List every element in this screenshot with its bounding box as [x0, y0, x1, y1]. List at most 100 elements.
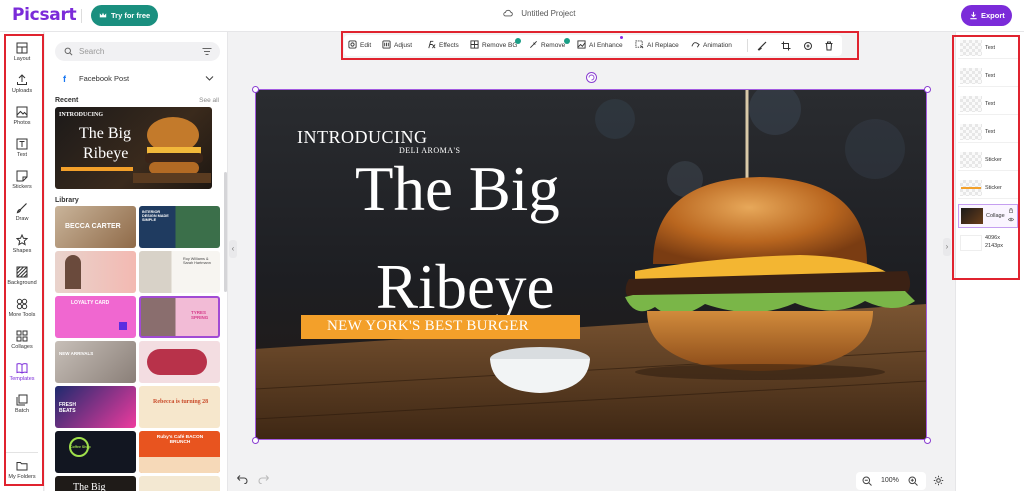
export-label: Export [981, 11, 1005, 20]
editor-app: Picsart Try for free Untitled Project Ex… [0, 0, 1024, 491]
card-chip [119, 322, 127, 330]
rail-item-my-folders[interactable]: My Folders [2, 460, 42, 480]
zoom-in-icon[interactable] [908, 476, 918, 486]
layer-label: Sticker [985, 185, 1002, 191]
rail-item-uploads[interactable]: Uploads [2, 74, 42, 94]
divider [81, 9, 82, 23]
export-button[interactable]: Export [961, 5, 1012, 26]
try-for-free-button[interactable]: Try for free [91, 5, 159, 26]
templates-panel: Search f Facebook Post Recent See all IN… [45, 32, 228, 491]
layer-item[interactable]: Sticker [958, 149, 1018, 171]
rail-label: Layout [13, 56, 31, 62]
resize-handle-tl[interactable] [252, 86, 259, 93]
rail-item-batch[interactable]: Batch [2, 394, 42, 414]
crown-icon [99, 12, 107, 18]
rail-item-templates[interactable]: Templates [2, 362, 42, 382]
panel-scrollbar[interactable] [224, 172, 227, 292]
layer-label: Text [985, 101, 996, 107]
rail-item-background[interactable]: Background [2, 266, 42, 286]
rail-label: Background [7, 280, 37, 286]
gear-icon[interactable] [933, 475, 944, 486]
template-text: Rebecca is turning 28 [153, 399, 209, 405]
upload-icon [17, 74, 27, 85]
zoom-out-icon[interactable] [862, 476, 872, 486]
layer-item[interactable]: Text [958, 65, 1018, 87]
template-card[interactable] [139, 341, 220, 383]
filter-icon[interactable] [202, 47, 212, 56]
rail-item-draw[interactable]: Draw [2, 202, 42, 222]
eye-icon[interactable] [1008, 217, 1014, 222]
collage-icon [16, 330, 28, 342]
layer-item[interactable]: Text [958, 37, 1018, 59]
rail-item-collages[interactable]: Collages [2, 330, 42, 350]
template-card[interactable]: Ruby's Café BACON BRUNCH [139, 431, 220, 473]
picsart-logo[interactable]: Picsart [12, 5, 77, 25]
layer-item-background[interactable]: 4096x 2143px [958, 232, 1018, 256]
resize-handle-tr[interactable] [924, 86, 931, 93]
design-canvas[interactable]: INTRODUCING DELI AROMA'S The Big Ribeye … [255, 89, 927, 440]
layer-thumb [960, 235, 982, 251]
rail-item-text[interactable]: Text [2, 138, 42, 158]
rail-label: Uploads [11, 88, 33, 94]
search-input[interactable]: Search [55, 42, 220, 61]
template-card[interactable]: The Big [55, 476, 136, 491]
format-select[interactable]: f Facebook Post [55, 70, 220, 88]
resize-handle-bl[interactable] [252, 437, 259, 444]
background-icon [16, 266, 28, 278]
canvas-intro-text[interactable]: INTRODUCING [297, 127, 428, 148]
redo-icon[interactable] [258, 474, 270, 484]
photo-icon [16, 106, 28, 118]
tools-icon [16, 298, 28, 310]
see-all-link[interactable]: See all [199, 97, 219, 104]
template-card[interactable] [139, 476, 220, 491]
template-text: Ruby's Café BACON BRUNCH [156, 435, 204, 445]
recent-heading: Recent [55, 97, 79, 104]
lock-icon[interactable] [1009, 208, 1013, 213]
layer-item[interactable]: Sticker [958, 177, 1018, 199]
template-card[interactable] [55, 251, 136, 293]
rail-item-stickers[interactable]: Stickers [2, 170, 42, 190]
template-card[interactable]: NEW ARRIVALS [55, 341, 136, 383]
template-card[interactable]: Coffee Shop [55, 431, 136, 473]
canvas-tagline[interactable]: NEW YORK'S BEST BURGER [327, 318, 529, 335]
rail-item-shapes[interactable]: Shapes [2, 234, 42, 254]
layer-thumb [960, 68, 982, 84]
rail-divider [6, 452, 38, 453]
layer-item-selected[interactable]: Collage [958, 204, 1018, 228]
template-card[interactable]: INTERIOR DESIGN MADE SIMPLE [139, 206, 220, 248]
template-text: TYRES SPRING [191, 310, 209, 320]
collapse-layers-button[interactable]: › [943, 238, 951, 256]
rail-label: Text [16, 152, 28, 158]
template-text: INTERIOR DESIGN MADE SIMPLE [142, 210, 169, 222]
template-card[interactable]: Roy Williams & Sarah Hartmann [139, 251, 220, 293]
template-card[interactable]: TYRES SPRING [139, 296, 220, 338]
burger-illustration [133, 117, 211, 183]
rail-item-photos[interactable]: Photos [2, 106, 42, 126]
template-card[interactable]: LOYALTY CARD [55, 296, 136, 338]
rotate-handle-icon[interactable] [586, 72, 597, 83]
zoom-value[interactable]: 100% [881, 477, 899, 484]
template-card[interactable]: FRESH BEATS [55, 386, 136, 428]
recent-intro: INTRODUCING [59, 112, 104, 118]
rail-label: Photos [13, 120, 31, 126]
brush-icon [16, 203, 27, 214]
project-title[interactable]: Untitled Project [503, 9, 575, 18]
undo-icon[interactable] [236, 474, 248, 484]
template-text: The Big [73, 482, 106, 491]
download-icon [970, 11, 977, 20]
collapse-panel-button[interactable]: ‹ [229, 240, 237, 258]
resize-handle-br[interactable] [924, 437, 931, 444]
rail-item-layout[interactable]: Layout [2, 42, 42, 62]
layer-item[interactable]: Text [958, 93, 1018, 115]
recent-template-thumb[interactable]: INTRODUCING The Big Ribeye [55, 107, 212, 189]
template-text: LOYALTY CARD [71, 300, 110, 306]
batch-icon [16, 394, 28, 406]
template-card[interactable]: BECCA CARTER [55, 206, 136, 248]
layer-item[interactable]: Text [958, 121, 1018, 143]
canvas-title-line2[interactable]: Ribeye [376, 251, 554, 324]
layer-thumb [960, 96, 982, 112]
template-card[interactable]: Rebecca is turning 28 [139, 386, 220, 428]
canvas-title-line1[interactable]: The Big [355, 153, 560, 226]
rail-label: Shapes [12, 248, 32, 254]
rail-item-more-tools[interactable]: More Tools [2, 298, 42, 318]
